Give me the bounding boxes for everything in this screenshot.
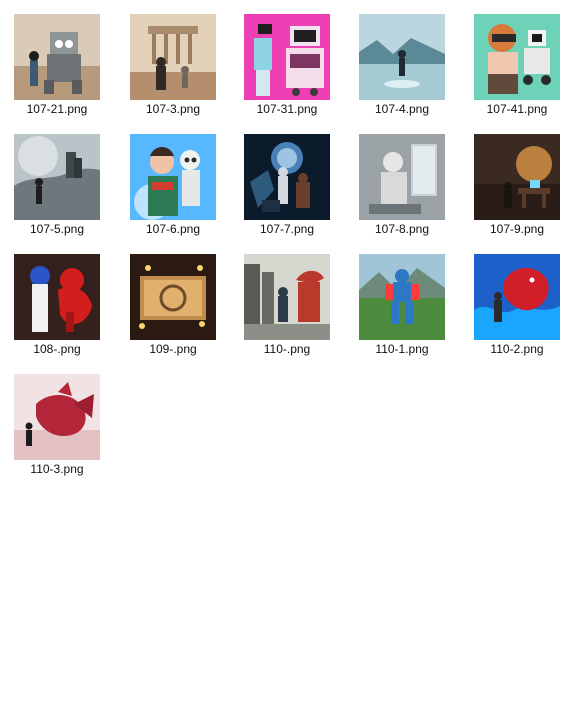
file-name[interactable]: 107-7.png	[237, 222, 337, 236]
file-name[interactable]: 107-41.png	[467, 102, 567, 116]
file-item[interactable]: 110-.png	[237, 254, 337, 356]
file-item[interactable]: 107-31.png	[237, 14, 337, 116]
thumbnail-scifi-face-icon[interactable]	[244, 134, 330, 220]
file-name[interactable]: 107-5.png	[7, 222, 107, 236]
file-name[interactable]: 107-31.png	[237, 102, 337, 116]
thumbnail-astronaut-window-icon[interactable]	[359, 134, 445, 220]
thumbnail-desk-sunset-icon[interactable]	[474, 134, 560, 220]
file-name[interactable]: 110-3.png	[7, 462, 107, 476]
thumbnail-scroll-candles-icon[interactable]	[130, 254, 216, 340]
file-item[interactable]: 107-6.png	[123, 134, 223, 236]
file-item[interactable]: 107-41.png	[467, 14, 567, 116]
thumbnail-dragon-robot-city-icon[interactable]	[244, 254, 330, 340]
file-item[interactable]: 110-3.png	[7, 374, 107, 476]
thumbnail-vr-pink-robot-icon[interactable]	[244, 14, 330, 100]
file-name[interactable]: 107-21.png	[7, 102, 107, 116]
file-item[interactable]: 110-1.png	[352, 254, 452, 356]
file-name[interactable]: 107-8.png	[352, 222, 452, 236]
thumbnail-temple-robot-icon[interactable]	[130, 14, 216, 100]
file-name[interactable]: 110-.png	[237, 342, 337, 356]
file-gallery: 107-21.png 107-3.png 107-31.png 107-4.pn…	[0, 0, 576, 720]
file-name[interactable]: 107-6.png	[123, 222, 223, 236]
thumbnail-cartoon-vr-icon[interactable]	[474, 14, 560, 100]
file-item[interactable]: 107-9.png	[467, 134, 567, 236]
file-item[interactable]: 107-7.png	[237, 134, 337, 236]
thumbnail-red-dragon-desert-icon[interactable]	[14, 374, 100, 460]
thumbnail-dragon-waves-icon[interactable]	[474, 254, 560, 340]
thumbnail-boy-robot-icon[interactable]	[130, 134, 216, 220]
file-name[interactable]: 107-9.png	[467, 222, 567, 236]
file-name[interactable]: 108-.png	[7, 342, 107, 356]
file-item[interactable]: 107-4.png	[352, 14, 452, 116]
file-item[interactable]: 110-2.png	[467, 254, 567, 356]
file-name[interactable]: 107-3.png	[123, 102, 223, 116]
file-item[interactable]: 108-.png	[7, 254, 107, 356]
thumbnail-robot-meadow-icon[interactable]	[359, 254, 445, 340]
file-item[interactable]: 109-.png	[123, 254, 223, 356]
file-name[interactable]: 110-2.png	[467, 342, 567, 356]
file-name[interactable]: 107-4.png	[352, 102, 452, 116]
thumbnail-girl-red-dragon-icon[interactable]	[14, 254, 100, 340]
file-item[interactable]: 107-3.png	[123, 14, 223, 116]
file-item[interactable]: 107-5.png	[7, 134, 107, 236]
file-item[interactable]: 107-8.png	[352, 134, 452, 236]
thumbnail-lake-figure-icon[interactable]	[359, 14, 445, 100]
file-name[interactable]: 109-.png	[123, 342, 223, 356]
thumbnail-storm-castle-icon[interactable]	[14, 134, 100, 220]
thumbnail-robot-desert-icon[interactable]	[14, 14, 100, 100]
file-name[interactable]: 110-1.png	[352, 342, 452, 356]
file-item[interactable]: 107-21.png	[7, 14, 107, 116]
